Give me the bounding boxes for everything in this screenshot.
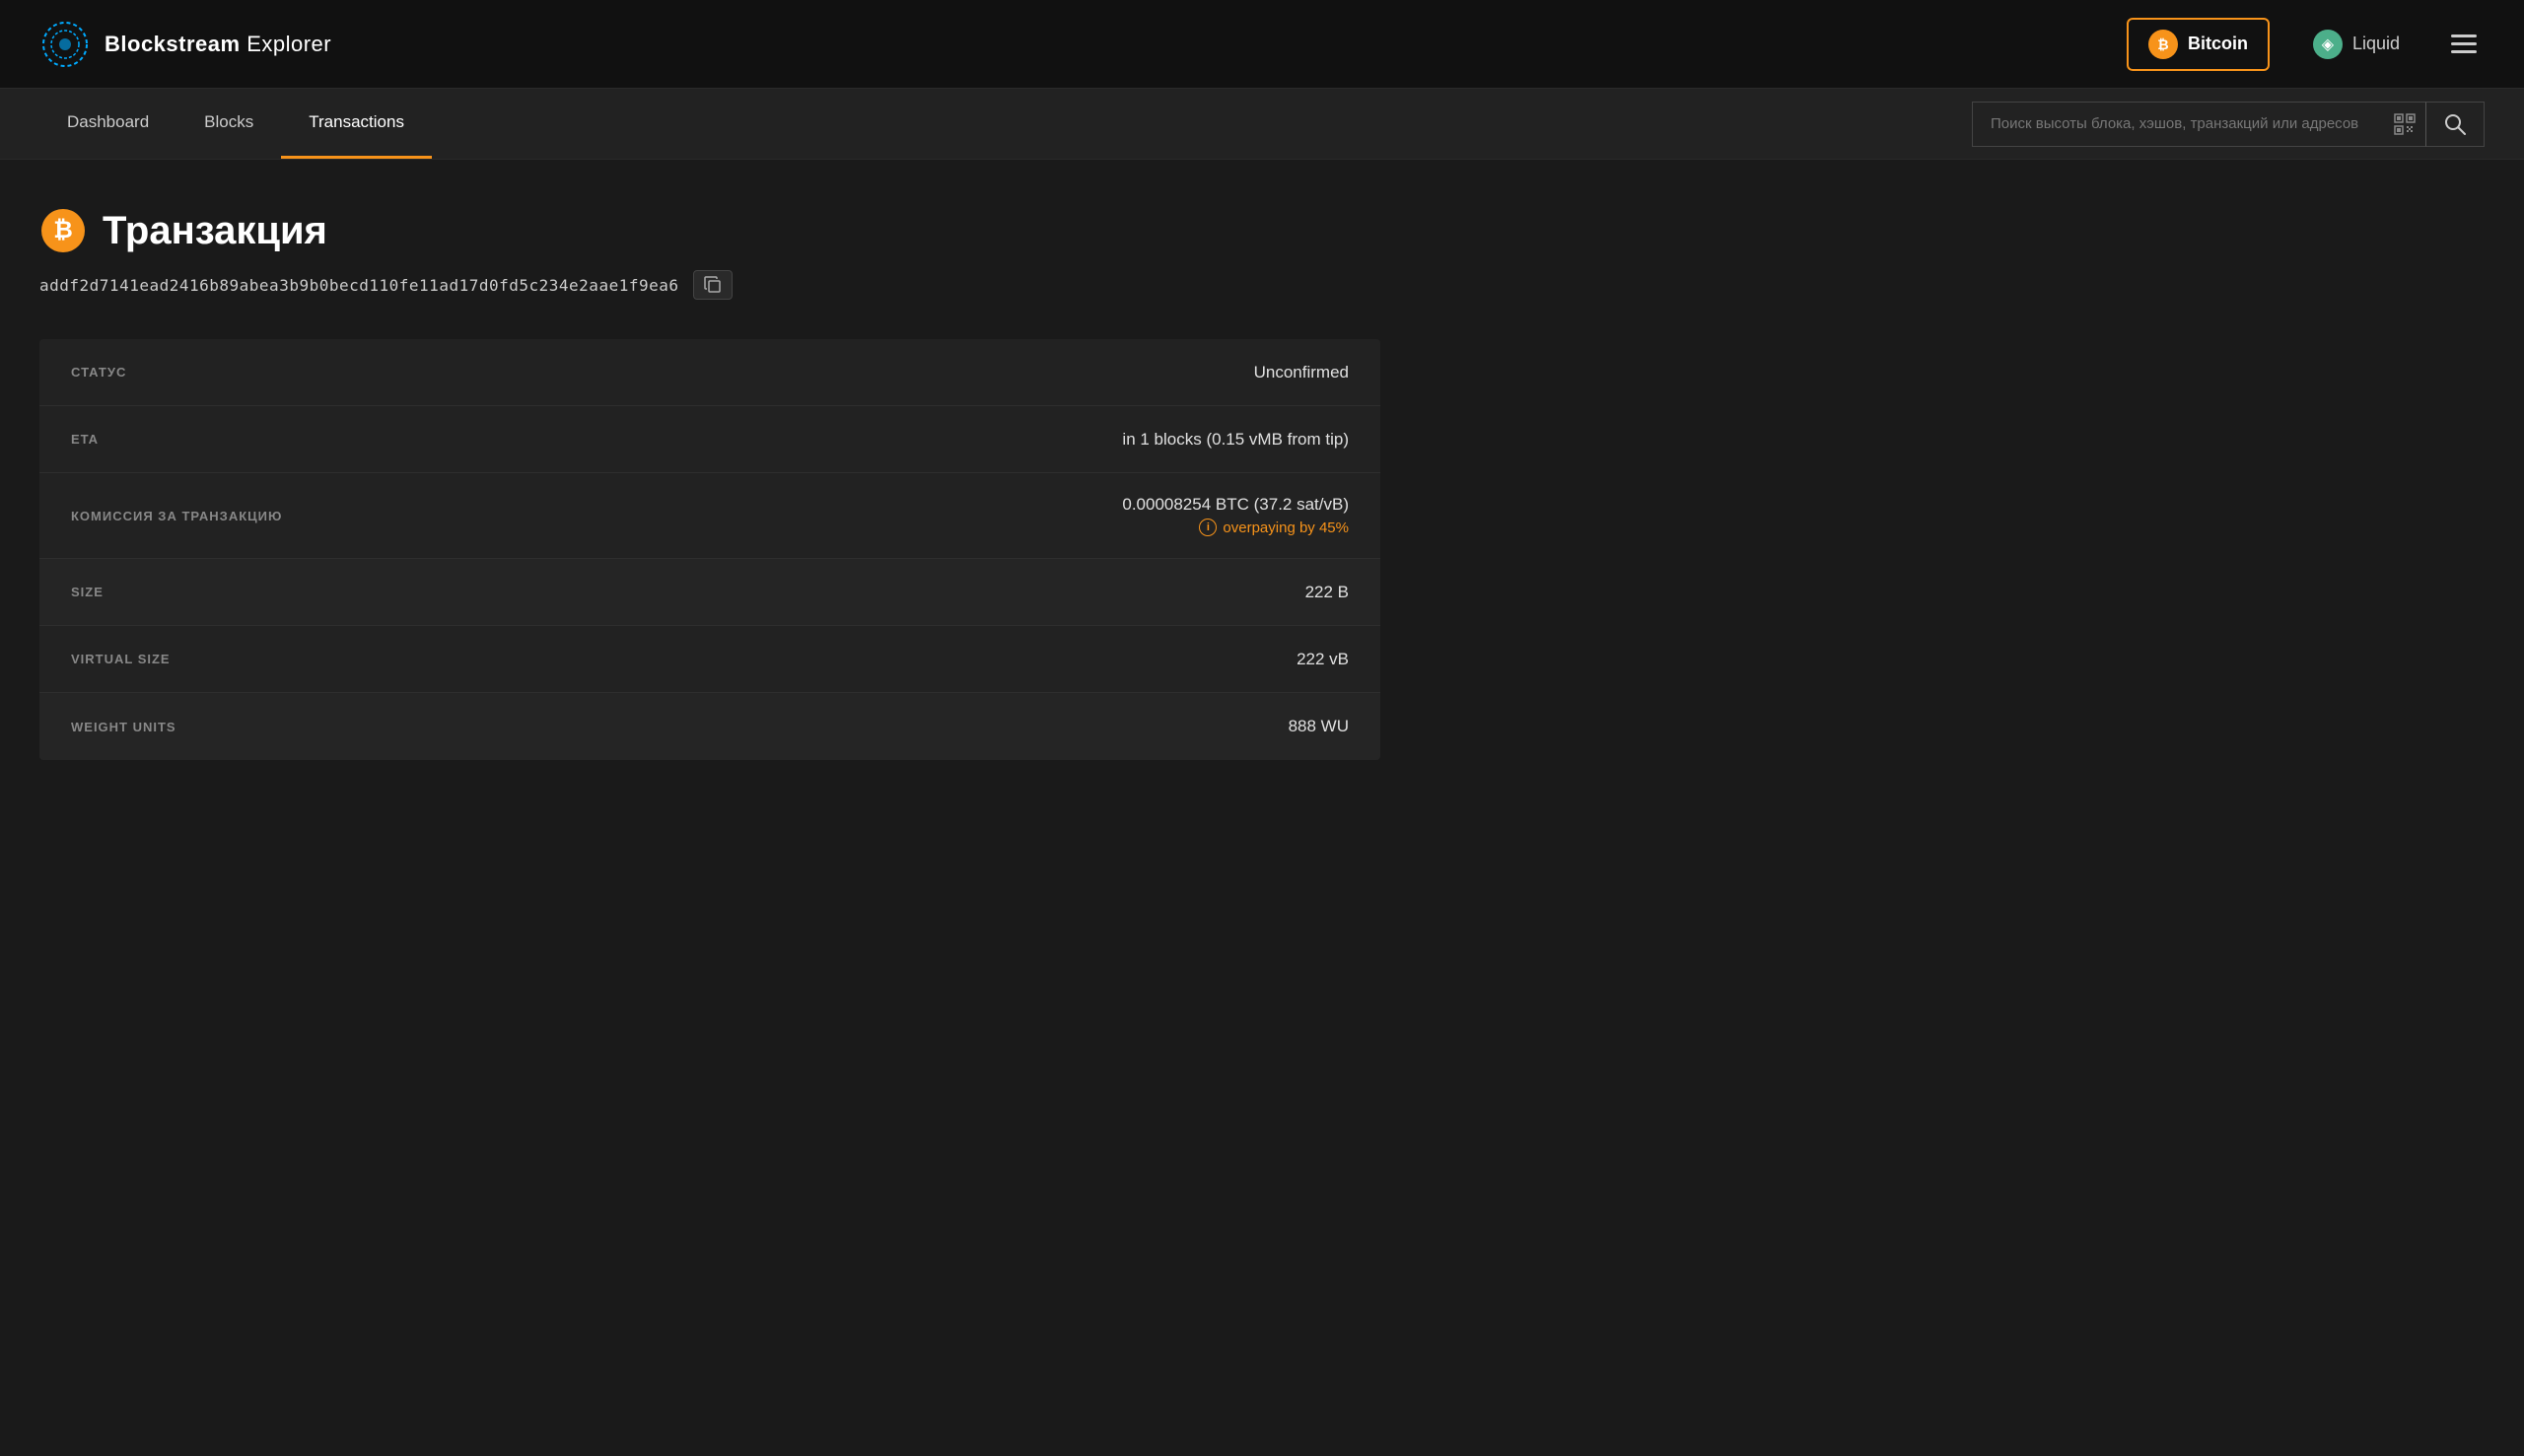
hamburger-line-3 xyxy=(2451,50,2477,53)
label-virtual-size: VIRTUAL SIZE xyxy=(71,652,288,666)
search-input-wrap xyxy=(1972,102,2425,147)
table-row: WEIGHT UNITS 888 WU xyxy=(39,693,1380,760)
search-input[interactable] xyxy=(1972,102,2425,147)
transaction-hash: addf2d7141ead2416b89abea3b9b0becd110fe11… xyxy=(39,276,679,295)
value-size: 222 B xyxy=(1305,583,1349,602)
page-title: Транзакция xyxy=(103,209,327,253)
nav-right: ₿ Bitcoin ◈ Liquid xyxy=(2127,18,2485,71)
copy-hash-button[interactable] xyxy=(693,270,733,300)
table-row: VIRTUAL SIZE 222 vB xyxy=(39,626,1380,693)
menu-button[interactable] xyxy=(2443,27,2485,61)
bitcoin-button[interactable]: ₿ Bitcoin xyxy=(2127,18,2270,71)
top-navigation: Blockstream Explorer ₿ Bitcoin ◈ Liquid xyxy=(0,0,2524,89)
value-status: Unconfirmed xyxy=(1254,363,1349,382)
liquid-label: Liquid xyxy=(2352,34,2400,54)
tab-dashboard[interactable]: Dashboard xyxy=(39,89,176,159)
svg-text:₿: ₿ xyxy=(53,217,73,243)
bitcoin-page-icon: ₿ xyxy=(39,207,87,254)
table-row: СТАТУС Unconfirmed xyxy=(39,339,1380,406)
info-icon: i xyxy=(1199,519,1217,536)
tx-hash-row: addf2d7141ead2416b89abea3b9b0becd110fe11… xyxy=(39,270,1380,300)
table-row: SIZE 222 B xyxy=(39,559,1380,626)
tab-blocks[interactable]: Blocks xyxy=(176,89,281,159)
label-eta: ETA xyxy=(71,432,288,447)
table-row: КОМИССИЯ ЗА ТРАНЗАКЦИЮ 0.00008254 BTC (3… xyxy=(39,473,1380,559)
page-header: ₿ Транзакция xyxy=(39,207,1380,254)
bitcoin-icon: ₿ xyxy=(2148,30,2178,59)
sub-navigation: Dashboard Blocks Transactions xyxy=(0,89,2524,160)
label-status: СТАТУС xyxy=(71,365,288,380)
qr-icon xyxy=(2394,113,2416,135)
label-fee: КОМИССИЯ ЗА ТРАНЗАКЦИЮ xyxy=(71,509,288,523)
main-content: ₿ Транзакция addf2d7141ead2416b89abea3b9… xyxy=(0,160,1420,799)
value-eta: in 1 blocks (0.15 vMB from tip) xyxy=(1122,430,1349,450)
info-table: СТАТУС Unconfirmed ETA in 1 blocks (0.15… xyxy=(39,339,1380,760)
logo-text: Blockstream Explorer xyxy=(105,32,331,57)
value-fee-group: 0.00008254 BTC (37.2 sat/vB) i overpayin… xyxy=(1122,495,1349,536)
value-virtual-size: 222 vB xyxy=(1297,650,1349,669)
label-size: SIZE xyxy=(71,585,288,599)
search-button[interactable] xyxy=(2425,102,2485,147)
hamburger-line-2 xyxy=(2451,42,2477,45)
bitcoin-label: Bitcoin xyxy=(2188,34,2248,54)
tab-transactions[interactable]: Transactions xyxy=(281,89,432,159)
blockstream-logo-icon xyxy=(39,19,91,70)
hamburger-line-1 xyxy=(2451,35,2477,37)
fee-amount: 0.00008254 BTC (37.2 sat/vB) xyxy=(1122,495,1349,515)
logo-area: Blockstream Explorer xyxy=(39,19,331,70)
overpaying-notice: i overpaying by 45% xyxy=(1199,519,1349,536)
qr-scan-button[interactable] xyxy=(2394,113,2416,135)
table-row: ETA in 1 blocks (0.15 vMB from tip) xyxy=(39,406,1380,473)
search-area xyxy=(1972,102,2485,147)
liquid-icon: ◈ xyxy=(2313,30,2343,59)
copy-icon xyxy=(704,276,722,294)
label-weight-units: WEIGHT UNITS xyxy=(71,720,288,734)
sub-nav-links: Dashboard Blocks Transactions xyxy=(39,89,432,159)
liquid-button[interactable]: ◈ Liquid xyxy=(2293,20,2419,69)
value-weight-units: 888 WU xyxy=(1289,717,1349,736)
search-icon xyxy=(2444,113,2466,135)
